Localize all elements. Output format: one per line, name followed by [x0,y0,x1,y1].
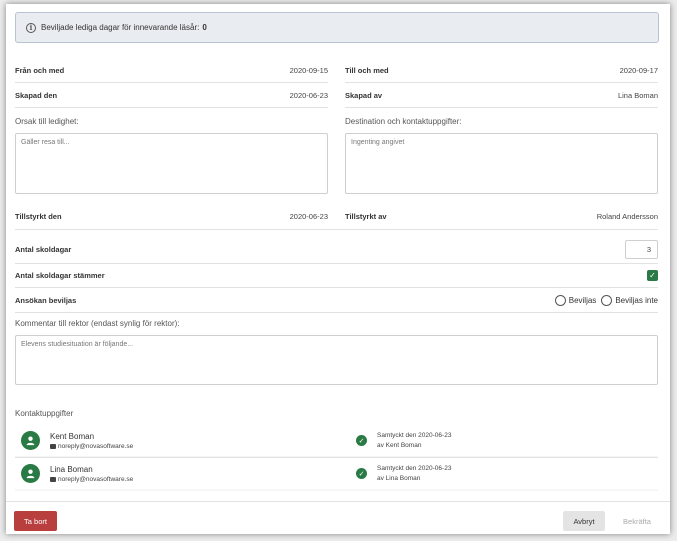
grant-option-no[interactable]: Beviljas inte [601,295,658,306]
approved-by-row: Tillstyrkt av Roland Andersson [345,209,658,223]
consent-status: ✓ Samtyckt den 2020-06-23 av Kent Boman [356,431,451,451]
radio-icon[interactable] [601,295,613,306]
consent-text: Samtyckt den 2020-06-23 av Lina Boman [377,464,451,484]
consent-date: Samtyckt den 2020-06-23 [377,431,452,439]
cancel-button[interactable]: Avbryt [563,511,605,531]
contact-info: Kent Boman noreply@novasoftware.se [50,432,350,450]
consent-text: Samtyckt den 2020-06-23 av Kent Boman [377,431,451,451]
created-by-label: Skapad av [345,90,383,100]
divider [15,263,658,264]
school-days-match-label: Antal skoldagar stämmer [15,271,105,280]
school-days-match-row: Antal skoldagar stämmer ✓ [15,267,658,284]
divider [15,107,328,108]
contact-email-text: noreply@novasoftware.se [58,442,134,450]
created-date-value: 2020-06-23 [289,90,328,100]
leave-request-dialog: i Beviljade lediga dagar för innevarande… [6,4,670,534]
divider [15,229,658,230]
grant-option-yes[interactable]: Beviljas [554,295,597,306]
radio-icon[interactable] [554,295,566,306]
contact-name: Lina Boman [50,464,93,474]
reason-textarea[interactable]: Gäller resa till... [15,133,328,194]
school-days-row: Antal skoldagar 3 [15,239,658,260]
person-icon [21,431,40,450]
contact-item: Lina Boman noreply@novasoftware.se ✓ Sam… [15,458,658,489]
mail-icon [50,443,56,449]
contact-item: Kent Boman noreply@novasoftware.se ✓ Sam… [15,425,658,456]
divider [345,82,658,83]
consent-by: av Kent Boman [377,441,422,449]
approved-by-label: Tillstyrkt av [345,211,387,221]
comment-label: Kommentar till rektor (endast synlig för… [15,319,180,328]
person-icon [21,464,40,483]
school-days-label: Antal skoldagar [15,245,72,254]
grant-option-no-label: Beviljas inte [615,296,658,305]
from-date-label: Från och med [15,65,65,75]
check-circle-icon: ✓ [356,435,367,446]
confirm-button[interactable]: Bekräfta [611,511,663,531]
contact-email-text: noreply@novasoftware.se [58,475,134,483]
contact-name: Kent Boman [50,431,95,441]
destination-label: Destination och kontaktuppgifter: [345,117,462,126]
info-banner: i Beviljade lediga dagar för innevarande… [15,12,659,43]
school-days-match-checkbox[interactable]: ✓ [647,270,658,281]
mail-icon [50,476,56,482]
grant-label: Ansökan beviljas [15,296,77,305]
contact-info: Lina Boman noreply@novasoftware.se [50,465,350,483]
approved-by-value: Roland Andersson [596,211,658,221]
from-date-row: Från och med 2020-09-15 [15,63,328,77]
check-icon: ✓ [649,270,656,280]
created-by-value: Lina Boman [617,90,658,100]
destination-textarea[interactable]: Ingenting angivet [345,133,658,194]
info-icon: i [26,22,36,33]
created-date-label: Skapad den [15,90,58,100]
contacts-title: Kontaktuppgifter [15,409,74,418]
created-date-row: Skapad den 2020-06-23 [15,88,328,102]
banner-text: Beviljade lediga dagar för innevarande l… [41,23,200,32]
from-date-value: 2020-09-15 [289,65,328,75]
divider [15,82,328,83]
consent-by: av Lina Boman [377,474,421,482]
reason-label: Orsak till ledighet: [15,117,79,126]
school-days-input[interactable]: 3 [625,240,658,259]
consent-status: ✓ Samtyckt den 2020-06-23 av Lina Boman [356,464,451,484]
delete-button[interactable]: Ta bort [14,511,57,531]
approved-date-label: Tillstyrkt den [15,211,62,221]
grant-radio-group: Beviljas Beviljas inte [554,295,658,306]
divider [345,107,658,108]
approved-date-value: 2020-06-23 [289,211,328,221]
dialog-footer: Ta bort Avbryt Bekräfta [6,501,670,534]
to-date-row: Till och med 2020-09-17 [345,63,658,77]
grant-option-yes-label: Beviljas [568,296,597,305]
grant-row: Ansökan beviljas Beviljas Beviljas inte [15,292,658,309]
divider [15,287,658,288]
contact-email: noreply@novasoftware.se [50,443,350,450]
banner-value: 0 [202,23,207,32]
created-by-row: Skapad av Lina Boman [345,88,658,102]
to-date-label: Till och med [345,65,389,75]
to-date-value: 2020-09-17 [619,65,658,75]
check-circle-icon: ✓ [356,468,367,479]
approved-date-row: Tillstyrkt den 2020-06-23 [15,209,328,223]
comment-textarea[interactable]: Elevens studiesituation är följande... [15,335,658,385]
divider [15,312,658,313]
contact-email: noreply@novasoftware.se [50,476,350,483]
consent-date: Samtyckt den 2020-06-23 [377,464,452,472]
